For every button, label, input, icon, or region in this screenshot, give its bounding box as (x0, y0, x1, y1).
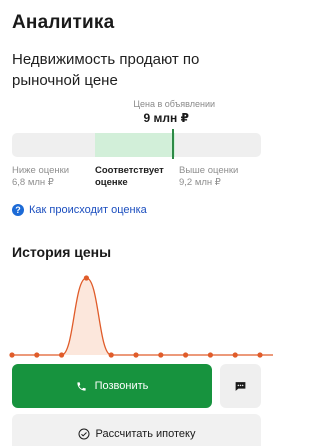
range-above-segment (175, 133, 261, 157)
range-above-legend: Выше оценки 9,2 млн ₽ (179, 165, 238, 189)
range-above-label: Выше оценки (179, 165, 239, 176)
mortgage-calc-label: Рассчитать ипотеку (95, 428, 196, 440)
mortgage-calc-button[interactable]: Рассчитать ипотеку (12, 414, 261, 446)
range-below-label: Ниже оценки (12, 165, 70, 176)
range-above-value: 9,2 млн ₽ (179, 177, 221, 188)
how-assessment-label: Как происходит оценка (29, 204, 147, 216)
range-market-label: Соответствует оценке (95, 165, 164, 188)
range-market-segment (95, 133, 175, 157)
price-history-point[interactable] (133, 352, 139, 358)
page-title: Аналитика (12, 12, 115, 33)
price-history-chart (9, 275, 273, 358)
price-history-line (12, 277, 273, 356)
price-history-point[interactable] (108, 352, 114, 358)
price-history-point[interactable] (34, 352, 40, 358)
price-history-point[interactable] (158, 352, 164, 358)
price-history-title: История цены (12, 244, 112, 260)
action-bar: Позвонить Рассчитать ипотеку (0, 362, 273, 446)
price-range-bar (12, 133, 261, 157)
question-icon: ? (12, 204, 24, 216)
ad-price-caption: Цена в объявлении (133, 99, 215, 109)
range-below-segment (12, 133, 95, 157)
price-history-point[interactable] (257, 352, 263, 358)
chat-button[interactable] (220, 364, 261, 408)
range-below-legend: Ниже оценки 6,8 млн ₽ (12, 165, 69, 189)
range-below-value: 6,8 млн ₽ (12, 177, 54, 188)
phone-icon (76, 381, 86, 391)
call-button[interactable]: Позвонить (12, 364, 212, 408)
check-circle-icon (78, 428, 90, 440)
range-market-legend: Соответствует оценке (95, 165, 165, 189)
price-history-point[interactable] (183, 352, 189, 358)
price-history-point[interactable] (207, 352, 213, 358)
call-button-label: Позвонить (94, 380, 149, 392)
price-history-point[interactable] (83, 275, 89, 281)
price-history-point[interactable] (59, 352, 65, 358)
price-history-area (12, 278, 273, 355)
assessment-subtitle: Недвижимость продают по рыночной цене (12, 51, 200, 89)
chat-icon (235, 381, 246, 391)
price-history-point[interactable] (9, 352, 15, 358)
ad-price-marker (172, 129, 174, 159)
how-assessment-link[interactable]: ? Как происходит оценка (12, 204, 147, 216)
ad-price-value: 9 млн ₽ (143, 111, 189, 125)
price-history-point[interactable] (232, 352, 238, 358)
